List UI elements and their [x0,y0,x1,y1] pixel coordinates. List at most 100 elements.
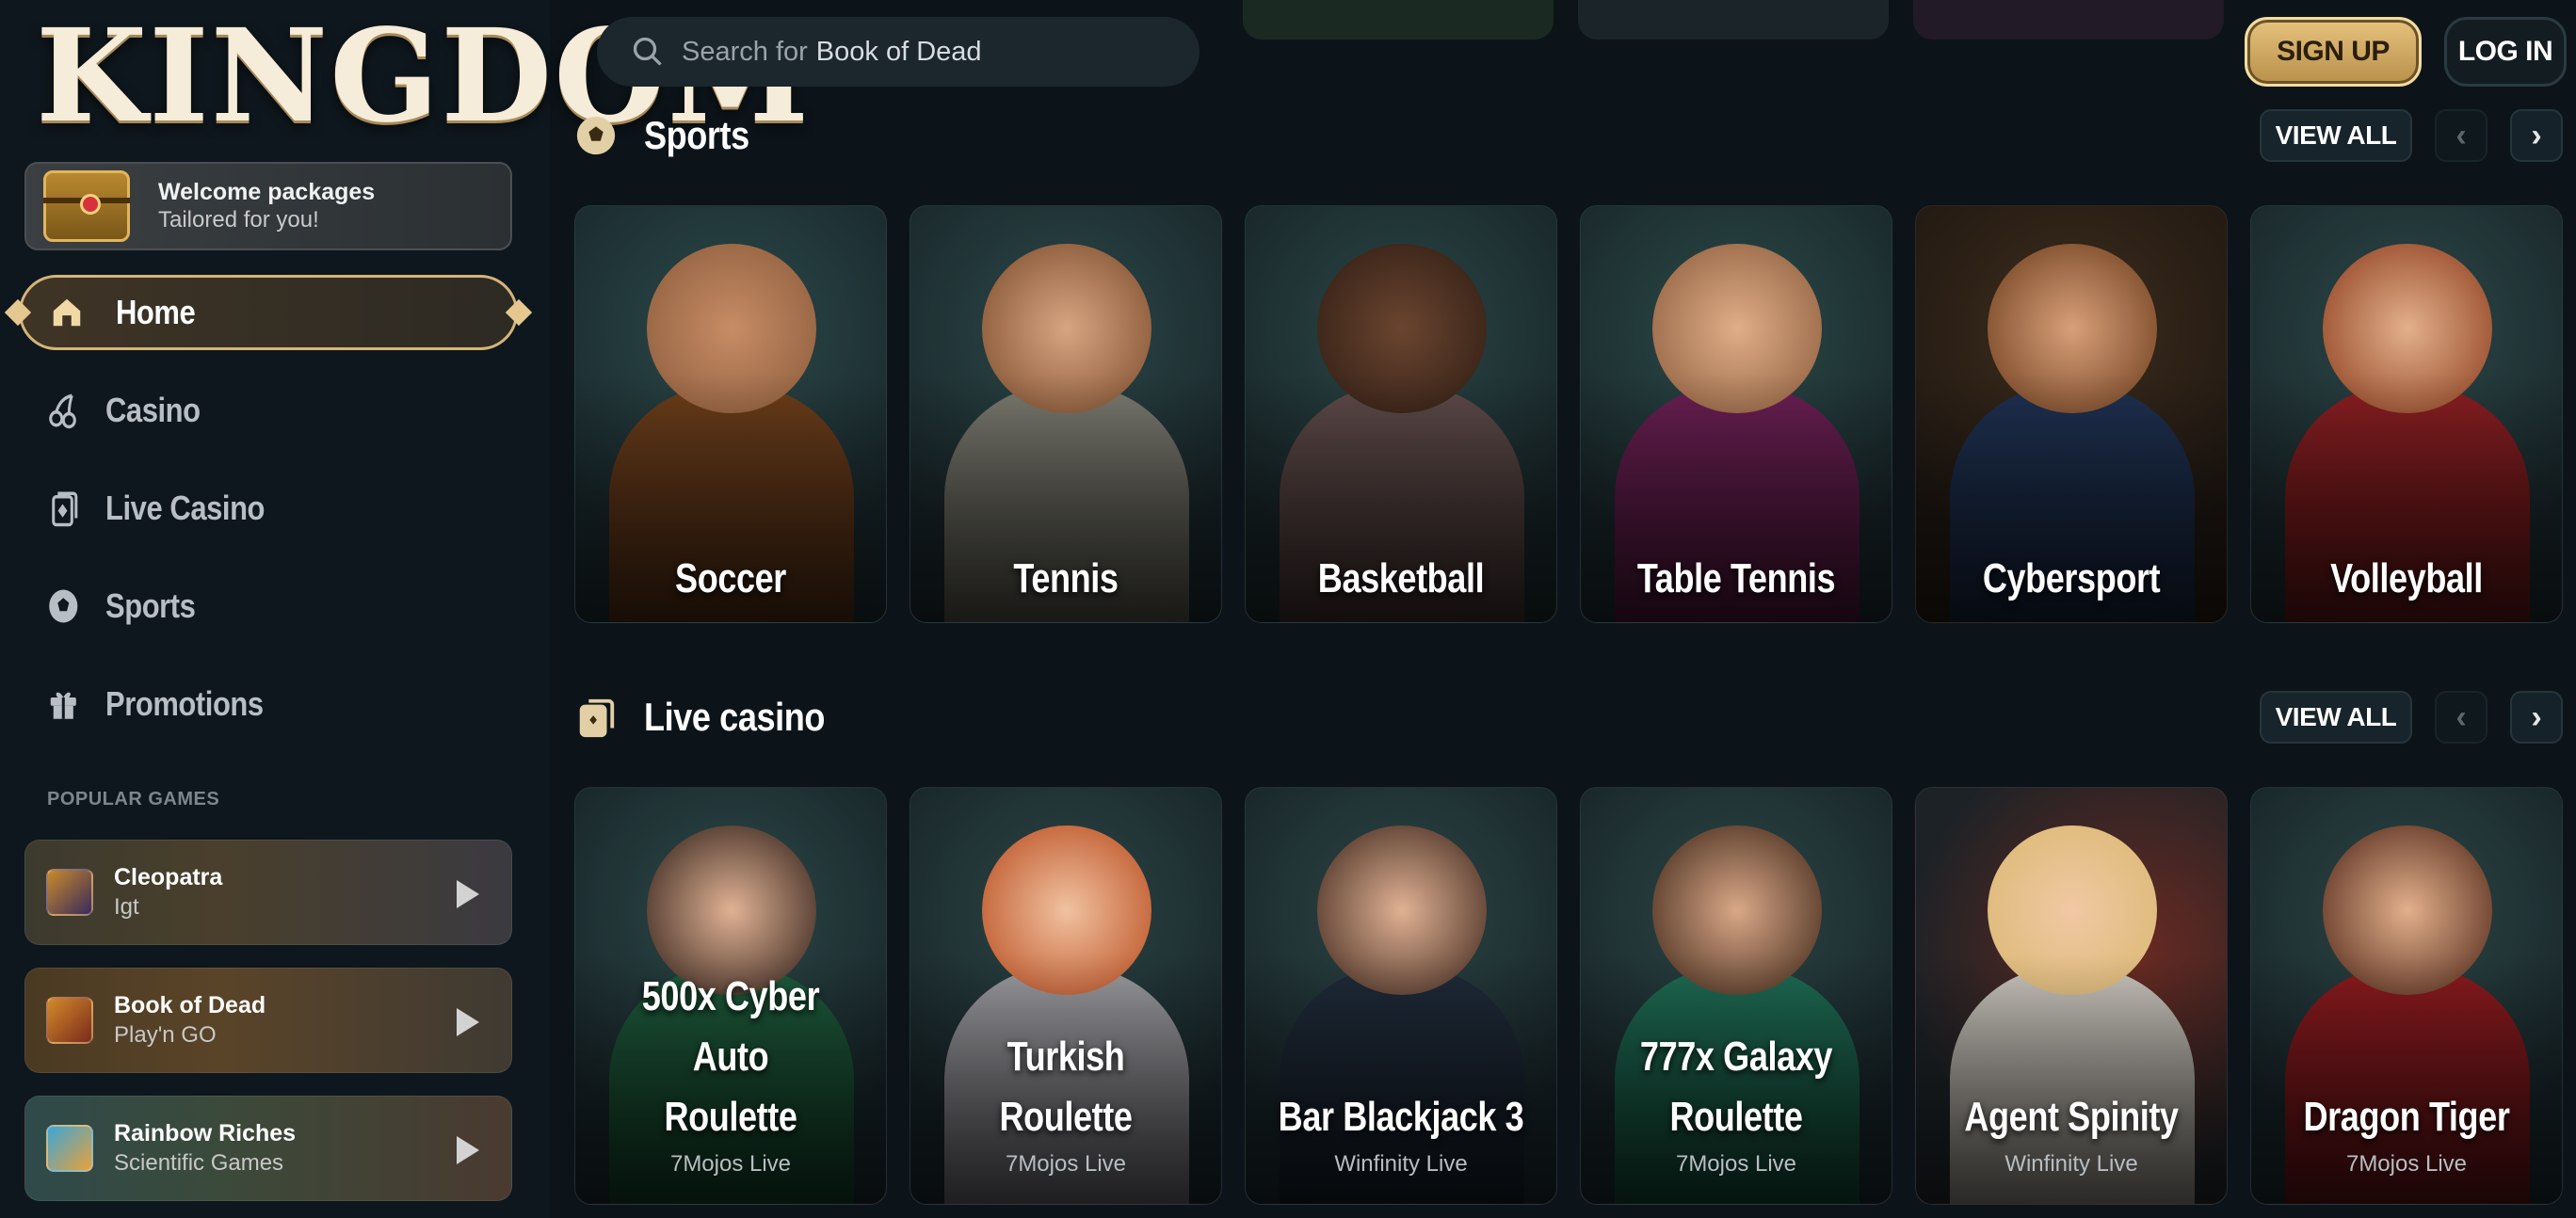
section-title: Sports [644,113,749,157]
cards-icon [45,488,81,529]
sidebar-item-label: Home [116,293,196,331]
sports-next-button[interactable]: › [2510,109,2563,162]
popular-games-heading: POPULAR GAMES [47,789,220,809]
tile-provider: 7Mojos Live [2345,1151,2468,1177]
play-icon[interactable] [457,880,479,908]
soccer-ball-icon [45,585,81,627]
gift-icon [45,683,81,725]
sport-tile-tennis[interactable]: Tennis [910,205,1222,623]
game-thumbnail [46,1125,93,1172]
scrolled-tile-edge [1913,0,2224,40]
game-thumbnail [46,997,93,1044]
search-value: Book of Dead [815,36,982,67]
tile-title-line2: Roulette [1669,1094,1803,1140]
log-in-button[interactable]: LOG IN [2444,17,2567,87]
scrolled-tile-edge [1578,0,1889,40]
live-casino-next-button[interactable]: › [2510,691,2563,744]
tile-title: Table Tennis [1636,555,1836,601]
sidebar-item-label: Promotions [105,684,264,723]
home-icon [46,292,88,333]
live-game-tile[interactable]: Dragon Tiger 7Mojos Live [2250,787,2563,1205]
sports-section-header: Sports [574,107,766,164]
live-game-tile[interactable]: 500x Cyber Auto Roulette 7Mojos Live [574,787,887,1205]
search-icon [631,35,665,69]
welcome-packages-banner[interactable]: Welcome packages Tailored for you! [24,162,512,250]
sign-up-button[interactable]: SIGN UP [2245,17,2422,87]
game-thumbnail [46,869,93,916]
tile-provider: 7Mojos Live [1675,1151,1797,1177]
play-icon[interactable] [457,1008,479,1036]
tile-title-line2: Dragon Tiger [2303,1094,2510,1140]
popular-game-card[interactable]: Rainbow Riches Scientific Games [24,1096,512,1201]
tile-title-line2: Bar Blackjack 3 [1278,1094,1524,1140]
main-content: Search for Book of Dead SIGN UP LOG IN S… [550,0,2576,1218]
game-text: Rainbow Riches Scientific Games [114,1118,296,1178]
sports-prev-button[interactable]: ‹ [2435,109,2487,162]
sidebar-item-label: Casino [105,391,201,429]
sport-tile-volleyball[interactable]: Volleyball [2250,205,2563,623]
game-text: Cleopatra Igt [114,862,222,922]
diamond-ornament-left-icon [4,298,32,327]
game-title: Cleopatra [114,864,223,890]
app-root: KINGDOM Welcome packages Tailored for yo… [0,0,2576,1218]
tile-title: Volleyball [2330,555,2483,601]
popular-game-card[interactable]: Cleopatra Igt [24,840,512,945]
tile-title-line1: 500x Cyber Auto [641,973,820,1080]
chevron-right-icon: › [2531,698,2542,735]
play-icon[interactable] [457,1136,479,1164]
tile-title: Cybersport [1982,555,2161,601]
tile-provider: Winfinity Live [1334,1151,1468,1177]
search-prefix: Search for [682,36,808,67]
tile-title: Soccer [675,555,786,601]
live-game-tile[interactable]: Bar Blackjack 3 Winfinity Live [1245,787,1557,1205]
game-title: Rainbow Riches [114,1120,297,1146]
live-game-tile[interactable]: Turkish Roulette 7Mojos Live [910,787,1222,1205]
chevron-left-icon: ‹ [2455,117,2467,153]
sidebar-item-sports[interactable]: Sports [24,569,443,644]
tile-provider: 7Mojos Live [669,1151,792,1177]
sidebar-item-label: Sports [105,586,196,625]
game-title: Book of Dead [114,992,266,1018]
game-provider: Play'n GO [114,1022,217,1048]
sport-tile-cybersport[interactable]: Cybersport [1915,205,2228,623]
sport-tile-table-tennis[interactable]: Table Tennis [1580,205,1892,623]
game-text: Book of Dead Play'n GO [114,990,266,1050]
game-provider: Scientific Games [114,1150,284,1176]
tile-title: Tennis [1013,555,1119,601]
welcome-title: Welcome packages [158,179,376,205]
live-game-tile[interactable]: Agent Spinity Winfinity Live [1915,787,2228,1205]
tile-provider: Winfinity Live [2004,1151,2138,1177]
search-input[interactable]: Search for Book of Dead [597,17,1199,87]
chevron-left-icon: ‹ [2455,698,2467,735]
welcome-subtitle: Tailored for you! [158,207,319,232]
tile-title: Basketball [1317,555,1485,601]
cherries-icon [45,390,81,431]
sports-view-all-button[interactable]: VIEW ALL [2260,109,2412,162]
sidebar-item-label: Live Casino [105,489,266,527]
sidebar-item-live-casino[interactable]: Live Casino [24,471,443,546]
diamond-ornament-right-icon [505,298,533,327]
tile-title-line2: Roulette [664,1094,797,1140]
sport-tile-soccer[interactable]: Soccer [574,205,887,623]
game-provider: Igt [114,894,139,920]
live-casino-prev-button[interactable]: ‹ [2435,691,2487,744]
soccer-ball-icon [574,114,618,157]
tile-title-line2: Agent Spinity [1964,1094,2179,1140]
tile-title-line1: 777x Galaxy [1639,1034,1833,1080]
sidebar: KINGDOM Welcome packages Tailored for yo… [0,0,809,1218]
sidebar-item-casino[interactable]: Casino [24,373,443,448]
chevron-right-icon: › [2531,117,2542,153]
tile-title-line2: Turkish Roulette [999,1034,1133,1140]
cards-icon [574,696,618,739]
sidebar-item-promotions[interactable]: Promotions [24,666,443,742]
scrolled-tile-edge [1243,0,1554,40]
live-casino-view-all-button[interactable]: VIEW ALL [2260,691,2412,744]
sidebar-item-home[interactable]: Home [4,275,533,350]
live-game-tile[interactable]: 777x Galaxy Roulette 7Mojos Live [1580,787,1892,1205]
popular-game-card[interactable]: Book of Dead Play'n GO [24,968,512,1073]
welcome-text: Welcome packages Tailored for you! [158,178,375,234]
sport-tile-basketball[interactable]: Basketball [1245,205,1557,623]
tile-provider: 7Mojos Live [1005,1151,1127,1177]
section-title: Live casino [644,695,826,739]
kingdom-logo[interactable]: KINGDOM [36,1,809,152]
